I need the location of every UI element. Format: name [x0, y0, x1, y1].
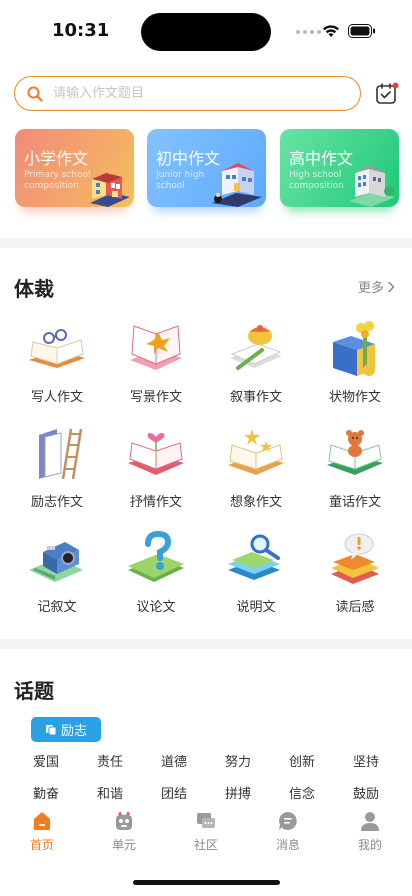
- signal-icon: [296, 30, 321, 34]
- genre-label: 说明文: [236, 600, 276, 615]
- genre-label: 写景作文: [129, 390, 182, 405]
- unit-icon: [116, 811, 132, 830]
- section-divider: [0, 238, 412, 248]
- genre-item[interactable]: 议论文: [110, 530, 202, 615]
- check-in-calendar-icon[interactable]: [375, 82, 399, 106]
- community-chat-icon: [197, 813, 215, 828]
- tab-label: 我的: [357, 838, 382, 852]
- card-title: 高中作文: [289, 149, 354, 168]
- genres-title: 体裁: [14, 277, 54, 301]
- status-time: 10:31: [52, 20, 110, 41]
- card-title: 小学作文: [24, 149, 89, 168]
- genre-label: 励志作文: [30, 495, 83, 510]
- school-gate-icon: [212, 163, 262, 207]
- tab-home[interactable]: 首页: [12, 810, 72, 853]
- book-heart-icon: [128, 433, 184, 475]
- genre-label: 写人作文: [30, 390, 83, 405]
- topic-item[interactable]: 鼓励: [341, 783, 391, 802]
- dynamic-island: [141, 13, 271, 51]
- topic-item[interactable]: 创新: [277, 751, 327, 770]
- genre-item[interactable]: 说明文: [210, 530, 302, 615]
- copy-icon: [45, 724, 57, 735]
- books-speech-bubble-icon: [331, 533, 379, 584]
- topic-item[interactable]: 拼搏: [213, 783, 263, 802]
- genre-label: 想象作文: [229, 495, 282, 510]
- tab-label: 单元: [111, 838, 136, 852]
- genre-item[interactable]: 抒情作文: [110, 425, 202, 510]
- section-divider: [0, 639, 412, 649]
- chevron-right-icon: [387, 280, 395, 293]
- school-building-icon: [90, 173, 130, 207]
- primary-school-card[interactable]: 小学作文 Primary school composition: [15, 129, 134, 207]
- battery-icon: [348, 24, 375, 38]
- junior-high-card[interactable]: 初中作文 Junior high school composition: [147, 129, 266, 207]
- genre-label: 童话作文: [328, 495, 381, 510]
- genre-label: 抒情作文: [129, 495, 182, 510]
- home-icon: [34, 812, 50, 830]
- wifi-icon: [323, 25, 339, 37]
- topic-item[interactable]: 爱国: [21, 751, 71, 770]
- tab-unit[interactable]: 单元: [94, 810, 154, 853]
- high-school-building-icon: [349, 165, 395, 207]
- topic-item[interactable]: 责任: [85, 751, 135, 770]
- search-input[interactable]: [53, 86, 333, 101]
- book-stars-icon: [228, 429, 284, 475]
- tab-messages[interactable]: 消息: [258, 810, 318, 853]
- status-bar: 10:31: [0, 0, 412, 62]
- topic-tag-label: 励志: [60, 724, 87, 739]
- message-icon: [279, 812, 297, 830]
- tab-label: 首页: [29, 838, 54, 852]
- topic-item[interactable]: 道德: [149, 751, 199, 770]
- more-link[interactable]: 更多: [358, 277, 395, 296]
- topic-item[interactable]: 勤奋: [21, 783, 71, 802]
- book-pen-icon: [230, 325, 282, 370]
- camera-map-icon: [29, 542, 83, 582]
- tab-label: 消息: [275, 838, 300, 852]
- genre-label: 叙事作文: [229, 390, 282, 405]
- search-icon: [27, 86, 43, 102]
- search-bar[interactable]: [14, 76, 361, 111]
- home-indicator[interactable]: [133, 880, 280, 885]
- topic-item[interactable]: 团结: [149, 783, 199, 802]
- book-flowers-icon: [333, 321, 375, 376]
- genre-item[interactable]: 想象作文: [210, 425, 302, 510]
- book-teddy-bear-icon: [327, 430, 383, 475]
- tab-profile[interactable]: 我的: [340, 810, 400, 853]
- books-magnifier-icon: [228, 534, 280, 580]
- genre-item[interactable]: 童话作文: [309, 425, 401, 510]
- profile-icon: [361, 812, 379, 831]
- open-book-glasses-icon: [29, 329, 85, 368]
- more-label: 更多: [358, 281, 385, 296]
- book-maple-leaf-icon: [130, 325, 182, 370]
- genre-item[interactable]: 读后感: [309, 530, 401, 615]
- genre-item[interactable]: 写景作文: [110, 320, 202, 405]
- tab-community[interactable]: 社区: [176, 810, 236, 853]
- genre-item[interactable]: 状物作文: [309, 320, 401, 405]
- high-school-card[interactable]: 高中作文 High school composition: [280, 129, 399, 207]
- topic-item[interactable]: 信念: [277, 783, 327, 802]
- topic-tag-active[interactable]: 励志: [31, 717, 101, 742]
- genre-label: 议论文: [136, 600, 176, 615]
- topic-item[interactable]: 努力: [213, 751, 263, 770]
- topic-item[interactable]: 坚持: [341, 751, 391, 770]
- genre-label: 状物作文: [328, 390, 381, 405]
- tab-label: 社区: [193, 838, 218, 852]
- genre-item[interactable]: 记叙文: [11, 530, 103, 615]
- topics-title: 话题: [14, 679, 54, 703]
- genre-item[interactable]: 叙事作文: [210, 320, 302, 405]
- genre-item[interactable]: 写人作文: [11, 320, 103, 405]
- genre-label: 读后感: [335, 600, 375, 615]
- genre-item[interactable]: 励志作文: [11, 425, 103, 510]
- book-question-icon: [128, 530, 184, 582]
- topic-item[interactable]: 和谐: [85, 783, 135, 802]
- genre-label: 记叙文: [37, 600, 77, 615]
- book-ladder-icon: [39, 428, 83, 480]
